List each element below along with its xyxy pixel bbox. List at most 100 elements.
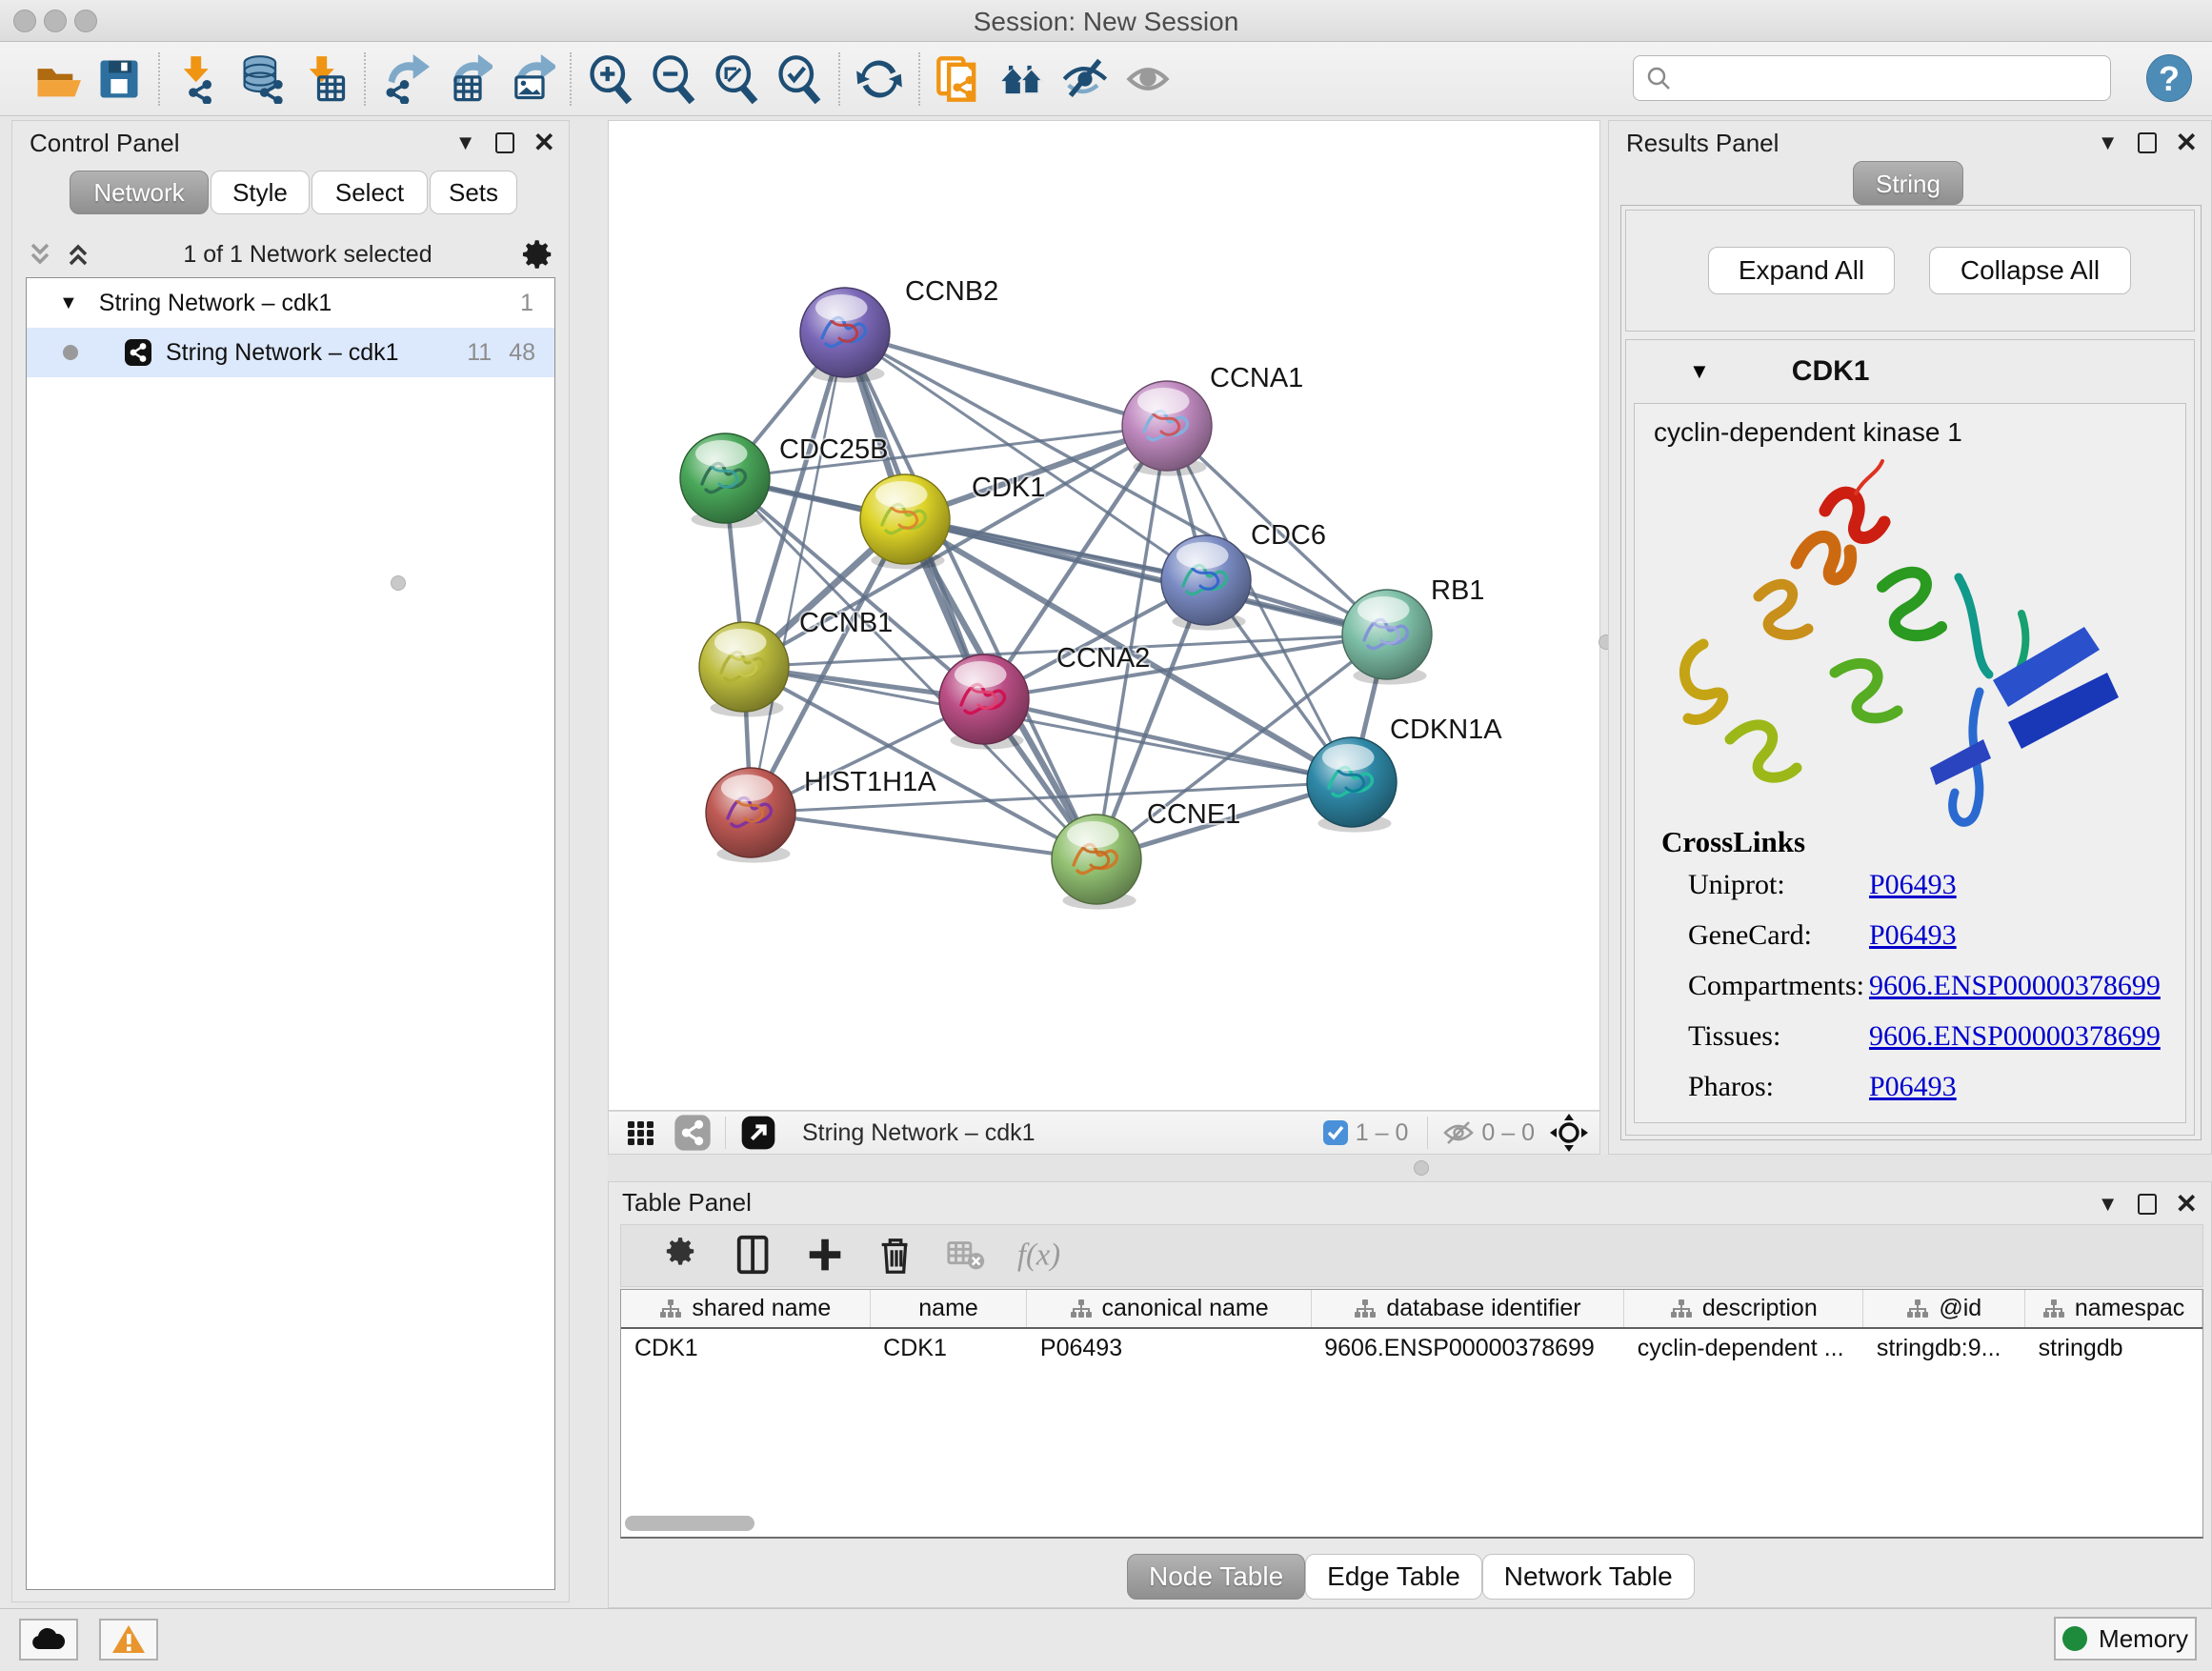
tree-expand-icon[interactable]: ▼ <box>59 292 78 314</box>
collapse-all-icon[interactable] <box>26 239 58 270</box>
node-CDKN1A[interactable] <box>1307 737 1397 833</box>
column-header-name[interactable]: name <box>870 1290 1027 1328</box>
edge-CCNB2-CCNA1[interactable] <box>845 332 1167 426</box>
crosslink-link[interactable]: P06493 <box>1869 869 1957 901</box>
tab-network-table[interactable]: Network Table <box>1482 1554 1695 1600</box>
gear-button[interactable] <box>650 1234 720 1278</box>
home-apps-button[interactable] <box>991 50 1054 108</box>
columns-button[interactable] <box>720 1234 791 1278</box>
node-HIST1H1A[interactable] <box>706 768 795 863</box>
export-image-button[interactable] <box>499 50 562 108</box>
zoom-out-button[interactable] <box>642 50 705 108</box>
search-field[interactable] <box>1633 55 2111 101</box>
panel-close-icon[interactable]: ✕ <box>533 132 555 153</box>
network-canvas[interactable]: CCNB2CCNA1CDC25BCDK1CDC6RB1CCNB1CCNA2CDK… <box>608 120 1600 1111</box>
horizontal-scrollbar-thumb[interactable] <box>625 1516 754 1531</box>
import-table-button[interactable] <box>293 50 356 108</box>
export-network-button[interactable] <box>373 50 436 108</box>
tab-node-table[interactable]: Node Table <box>1127 1554 1305 1600</box>
edge-CCNB1-CDKN1A[interactable] <box>744 667 1352 782</box>
column-header-canonical-name[interactable]: canonical name <box>1027 1290 1311 1328</box>
panel-float-icon[interactable] <box>2138 1194 2157 1215</box>
memory-status-dot <box>2062 1626 2087 1651</box>
tab-edge-table[interactable]: Edge Table <box>1305 1554 1482 1600</box>
network-view-title: String Network – cdk1 <box>802 1119 1036 1147</box>
crosslink-link[interactable]: P06493 <box>1869 1071 1957 1103</box>
memory-button[interactable]: Memory <box>2054 1617 2197 1661</box>
node-CCNB1[interactable] <box>699 622 789 717</box>
save-button[interactable] <box>88 50 151 108</box>
open-button[interactable] <box>25 50 88 108</box>
crosslink-label: Compartments: <box>1688 970 1864 1002</box>
selected-checkbox-icon[interactable] <box>1321 1118 1350 1147</box>
zoom-fit-button[interactable] <box>705 50 768 108</box>
detach-view-icon[interactable] <box>739 1114 777 1152</box>
trash-button[interactable] <box>861 1234 932 1278</box>
fx-button[interactable]: f(x) <box>1002 1234 1073 1278</box>
expand-all-button[interactable]: Expand All <box>1708 247 1895 294</box>
network-row[interactable]: String Network – cdk1 11 48 <box>27 328 554 377</box>
tab-sets[interactable]: Sets <box>430 171 517 214</box>
string-view-icon[interactable] <box>674 1114 712 1152</box>
grid-mode-icon[interactable] <box>622 1114 660 1152</box>
crosslink-link[interactable]: P06493 <box>1869 919 1957 952</box>
column-header-@id[interactable]: @id <box>1863 1290 2025 1328</box>
panel-menu-icon[interactable]: ▼ <box>2098 1192 2119 1217</box>
hidden-eye-icon <box>1441 1118 1476 1147</box>
export-table-button[interactable] <box>436 50 499 108</box>
search-input[interactable] <box>1672 64 2091 92</box>
svg-text:f(x): f(x) <box>1017 1238 1059 1273</box>
refresh-button[interactable] <box>848 50 911 108</box>
gear-icon[interactable] <box>519 236 555 272</box>
network-collection-row[interactable]: ▼ String Network – cdk1 1 <box>27 278 554 328</box>
edge-CCNB2-HIST1H1A[interactable] <box>751 332 845 813</box>
show-all-button[interactable] <box>1116 50 1179 108</box>
zoom-selected-button[interactable] <box>768 50 831 108</box>
crosslink-link[interactable]: 9606.ENSP00000378699 <box>1869 970 2161 1002</box>
node-CCNA1[interactable] <box>1122 381 1212 476</box>
tab-string[interactable]: String <box>1853 161 1963 205</box>
protein-structure-image <box>1644 453 2178 835</box>
panel-close-icon[interactable]: ✕ <box>2176 1194 2198 1215</box>
node-CCNA2[interactable] <box>939 654 1029 750</box>
crosshair-icon[interactable] <box>1548 1112 1590 1154</box>
node-CCNE1[interactable] <box>1052 815 1141 910</box>
cloud-button[interactable] <box>19 1619 78 1661</box>
hide-selected-button[interactable] <box>1054 50 1116 108</box>
section-collapse-icon[interactable]: ▼ <box>1689 359 1710 384</box>
node-CDK1[interactable] <box>860 474 950 570</box>
collapse-all-button[interactable]: Collapse All <box>1929 247 2131 294</box>
table-row[interactable]: CDK1CDK1P064939606.ENSP00000378699cyclin… <box>621 1328 2202 1368</box>
warning-button[interactable] <box>99 1619 158 1661</box>
control-panel-title: Control Panel <box>30 129 180 158</box>
node-RB1[interactable] <box>1342 590 1432 685</box>
clone-network-button[interactable] <box>928 50 991 108</box>
panel-float-icon[interactable] <box>2138 132 2157 153</box>
zoom-in-button[interactable] <box>579 50 642 108</box>
tab-network[interactable]: Network <box>70 171 209 214</box>
node-CDC25B[interactable] <box>680 433 770 529</box>
node-CDC6[interactable] <box>1161 535 1251 631</box>
help-button[interactable]: ? <box>2146 54 2192 102</box>
panel-float-icon[interactable] <box>495 132 514 153</box>
splitter-handle[interactable] <box>1414 1160 1429 1176</box>
table-delete-button[interactable] <box>932 1234 1002 1278</box>
tab-select[interactable]: Select <box>312 171 428 214</box>
tab-style[interactable]: Style <box>211 171 310 214</box>
import-database-button[interactable] <box>231 50 293 108</box>
edge-HIST1H1A-CCNE1[interactable] <box>751 813 1096 859</box>
add-button[interactable] <box>791 1234 861 1278</box>
column-header-shared-name[interactable]: shared name <box>621 1290 870 1328</box>
column-header-namespac[interactable]: namespac <box>2025 1290 2202 1328</box>
panel-close-icon[interactable]: ✕ <box>2176 132 2198 153</box>
left-splitter-handle[interactable] <box>391 575 406 591</box>
panel-menu-icon[interactable]: ▼ <box>2098 131 2119 155</box>
horizontal-splitter[interactable] <box>608 1155 2212 1181</box>
expand-all-icon[interactable] <box>64 239 96 270</box>
column-header-description[interactable]: description <box>1624 1290 1863 1328</box>
crosslink-link[interactable]: 9606.ENSP00000378699 <box>1869 1020 2161 1053</box>
node-table[interactable]: shared name name canonical name database… <box>620 1289 2203 1539</box>
column-header-database-identifier[interactable]: database identifier <box>1311 1290 1623 1328</box>
panel-menu-icon[interactable]: ▼ <box>455 131 476 155</box>
import-network-button[interactable] <box>168 50 231 108</box>
